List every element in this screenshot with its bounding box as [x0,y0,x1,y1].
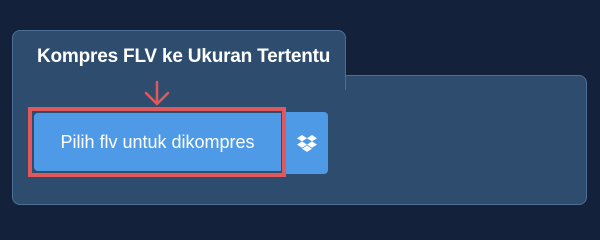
compress-panel: Kompres FLV ke Ukuran Tertentu Pilih flv… [0,0,600,230]
select-file-button[interactable]: Pilih flv untuk dikompres [34,113,281,171]
dropbox-icon [297,135,317,152]
dropbox-button[interactable] [286,112,328,174]
down-arrow-icon [144,80,170,106]
panel-title: Kompres FLV ke Ukuran Tertentu [37,46,331,67]
panel-tab: Kompres FLV ke Ukuran Tertentu [12,30,346,90]
